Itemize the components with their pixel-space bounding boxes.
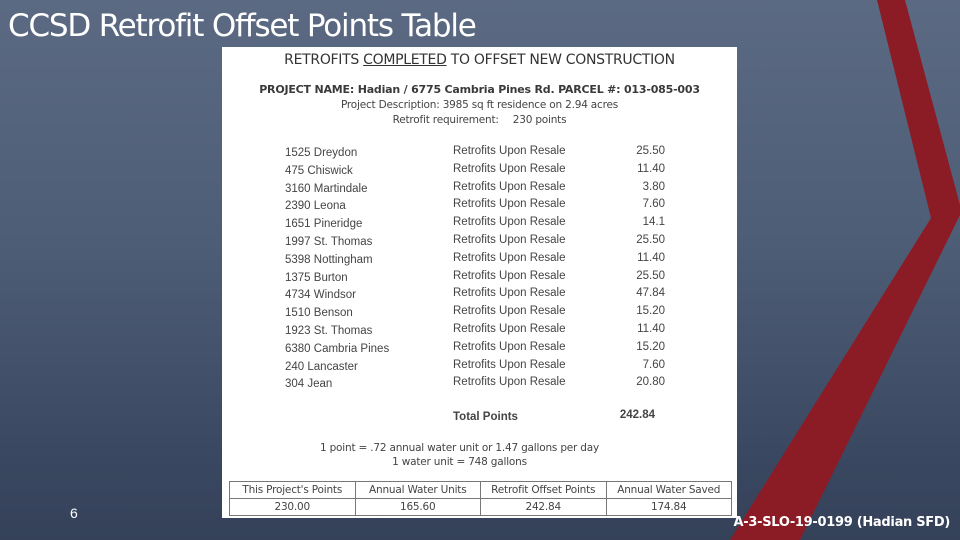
retrofit-type: Retrofits Upon Resale: [453, 180, 566, 193]
retrofit-type: Retrofits Upon Resale: [453, 216, 566, 229]
retrofit-type: Retrofits Upon Resale: [453, 145, 566, 157]
red-accent-stripe: [730, 0, 960, 540]
retrofit-address: 304 Jean: [285, 378, 333, 391]
retrofit-type: Retrofits Upon Resale: [453, 287, 566, 300]
retrofit-points: 15.20: [636, 305, 665, 318]
footer-case-code: A-3-SLO-19-0199 (Hadian SFD): [733, 515, 951, 530]
retrofit-type: Retrofits Upon Resale: [453, 233, 566, 246]
retrofit-requirement-label: Retrofit requirement:: [392, 114, 499, 126]
list-item: 1525 Dreydon Retrofits Upon Resale 25.50: [285, 145, 665, 163]
water-unit-note: 1 water unit = 748 gallons: [392, 456, 527, 468]
retrofit-type: Retrofits Upon Resale: [453, 322, 566, 335]
conversion-note: 1 point = .72 annual water unit or 1.47 …: [319, 442, 600, 454]
list-item: 1997 St. Thomas Retrofits Upon Resale 25.5…: [285, 234, 665, 252]
retrofit-points: 20.80: [636, 376, 665, 389]
retrofit-points: 25.50: [636, 269, 665, 282]
summary-table: This Project's Points Annual Water Units…: [229, 481, 732, 516]
retrofit-points: 11.40: [637, 162, 665, 175]
summary-header: Annual Water Saved: [605, 481, 732, 499]
retrofit-points: 15.20: [636, 340, 665, 353]
summary-value: 165.60: [354, 498, 481, 516]
summary-header: Annual Water Units: [354, 481, 481, 499]
heading-text: RETROFITS: [284, 52, 364, 68]
list-item: 1375 Burton Retrofits Upon Resale 25.50: [285, 270, 665, 288]
retrofit-type: Retrofits Upon Resale: [453, 340, 566, 353]
retrofit-address: 1923 St. Thomas: [285, 324, 373, 337]
retrofit-type: Retrofits Upon Resale: [453, 251, 566, 264]
slide-title: CCSD Retrofit Offset Points Table: [8, 8, 477, 44]
retrofit-type: Retrofits Upon Resale: [453, 269, 566, 282]
retrofit-address: 1525 Dreydon: [285, 147, 358, 159]
project-name: PROJECT NAME: Hadian / 6775 Cambria Pine…: [259, 83, 700, 96]
retrofit-list: 1525 Dreydon Retrofits Upon Resale 25.50 4…: [285, 145, 665, 394]
retrofit-address: 240 Lancaster: [285, 360, 358, 373]
scanned-document: RETROFITS COMPLETED TO OFFSET NEW CONSTR…: [222, 47, 737, 518]
retrofit-address: 1510 Benson: [285, 307, 353, 320]
slide-number: 6: [70, 505, 78, 521]
retrofit-requirement-value: 230 points: [512, 114, 567, 126]
heading-underlined-text: COMPLETED: [363, 52, 447, 68]
retrofit-points: 25.50: [636, 233, 665, 246]
list-item: 3160 Martindale Retrofits Upon Resale 3.80: [285, 181, 665, 199]
summary-header-row: This Project's Points Annual Water Units…: [229, 481, 732, 499]
summary-header: Retrofit Offset Points: [480, 481, 607, 499]
list-item: 1923 St. Thomas Retrofits Upon Resale 11.4…: [285, 323, 665, 341]
retrofit-points: 25.50: [636, 145, 665, 157]
list-item: 4734 Windsor Retrofits Upon Resale 47.84: [285, 287, 665, 305]
retrofit-points: 7.60: [642, 358, 665, 371]
retrofit-points: 7.60: [642, 198, 665, 211]
list-item: 304 Jean Retrofits Upon Resale 20.80: [285, 376, 665, 394]
retrofit-points: 14.1: [642, 216, 665, 229]
list-item: 5398 Nottingham Retrofits Upon Resale 11.4…: [285, 252, 665, 270]
total-points-label: Total Points: [453, 411, 518, 423]
list-item: 6380 Cambria Pines Retrofits Upon Resale 1…: [285, 341, 665, 359]
summary-value: 242.84: [480, 498, 607, 516]
list-item: 1651 Pineridge Retrofits Upon Resale 14.1: [285, 216, 665, 234]
list-item: 240 Lancaster Retrofits Upon Resale 7.60: [285, 359, 665, 377]
retrofit-type: Retrofits Upon Resale: [453, 162, 566, 175]
retrofit-points: 11.40: [637, 322, 665, 335]
retrofit-address: 6380 Cambria Pines: [285, 342, 390, 355]
summary-header: This Project's Points: [229, 481, 356, 499]
retrofit-type: Retrofits Upon Resale: [453, 198, 566, 211]
total-points-value: 242.84: [619, 409, 655, 421]
retrofit-address: 475 Chiswick: [285, 164, 353, 177]
retrofit-address: 1651 Pineridge: [285, 218, 363, 231]
list-item: 2390 Leona Retrofits Upon Resale 7.60: [285, 198, 665, 216]
project-description: Project Description: 3985 sq ft residenc…: [340, 99, 619, 111]
heading-text: TO OFFSET NEW CONSTRUCTION: [446, 52, 675, 68]
retrofit-address: 3160 Martindale: [285, 182, 368, 195]
list-item: 1510 Benson Retrofits Upon Resale 15.20: [285, 305, 665, 323]
retrofit-address: 5398 Nottingham: [285, 253, 373, 266]
retrofit-type: Retrofits Upon Resale: [453, 358, 566, 371]
retrofit-address: 2390 Leona: [285, 200, 346, 213]
list-item: 475 Chiswick Retrofits Upon Resale 11.40: [285, 163, 665, 181]
retrofit-requirement: Retrofit requirement: 230 points: [222, 114, 737, 126]
summary-value: 230.00: [229, 498, 356, 516]
retrofit-type: Retrofits Upon Resale: [453, 305, 566, 318]
retrofit-type: Retrofits Upon Resale: [453, 376, 566, 389]
retrofit-points: 3.80: [642, 180, 665, 193]
retrofit-points: 11.40: [637, 251, 665, 264]
document-heading: RETROFITS COMPLETED TO OFFSET NEW CONSTR…: [222, 52, 737, 68]
summary-value-row: 230.00 165.60 242.84 174.84: [229, 498, 732, 516]
retrofit-points: 47.84: [636, 287, 665, 300]
retrofit-address: 1997 St. Thomas: [285, 235, 373, 248]
retrofit-address: 1375 Burton: [285, 271, 348, 284]
summary-value: 174.84: [605, 498, 732, 516]
retrofit-address: 4734 Windsor: [285, 289, 356, 302]
